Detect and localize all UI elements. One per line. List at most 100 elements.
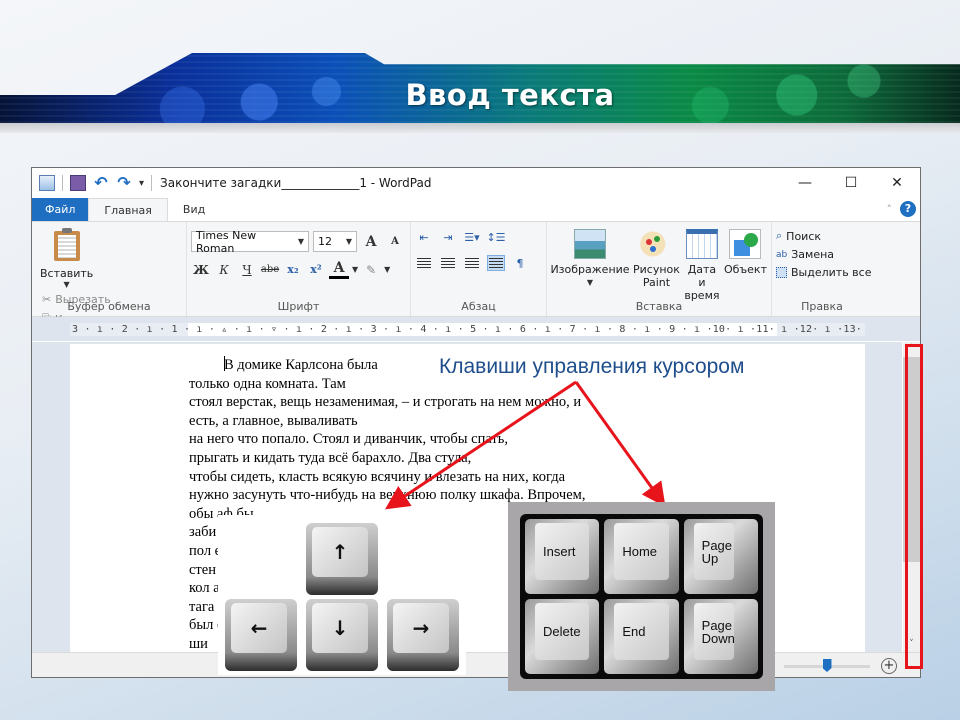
select-all-button[interactable]: Выделить все (776, 266, 871, 279)
document-line: на него что попало. Стоял и диванчик, чт… (189, 431, 508, 448)
paint-palette-icon (640, 229, 673, 259)
select-all-icon (776, 267, 787, 278)
document-line: чтобы сидеть, класть всякую всячину и вл… (189, 468, 566, 485)
wordpad-window: ↶ ↷ ▾ Закончите загадки_____________1 - … (31, 167, 921, 678)
tab-view[interactable]: Вид (168, 198, 220, 221)
redo-icon[interactable]: ↷ (116, 175, 132, 191)
binoculars-icon: ⌕ (776, 229, 783, 242)
zoom-in-icon[interactable]: + (881, 658, 897, 674)
group-label: Абзац (461, 300, 496, 313)
arrow-down-icon: ↓ (312, 603, 368, 653)
insert-object-button[interactable]: Объект (724, 229, 767, 302)
find-button[interactable]: ⌕ Поиск (776, 229, 871, 243)
minimize-button[interactable]: — (782, 168, 828, 198)
grow-font-button[interactable]: A (361, 234, 381, 250)
separator (62, 175, 63, 191)
zoom-slider[interactable] (784, 659, 870, 672)
arrow-keys-image: ↑ ← ↓ → (218, 515, 466, 675)
bullet-list-icon[interactable]: ☰▾ (463, 229, 481, 245)
key-delete: Delete (525, 599, 600, 674)
align-center-icon[interactable] (439, 255, 457, 271)
text-cursor (224, 356, 225, 371)
key-right: → (387, 599, 459, 671)
increase-indent-icon[interactable]: ⇥ (439, 229, 457, 245)
scrollbar-highlight (905, 344, 923, 669)
ruler-bar: 3 · ı · 2 · ı · 1 · ı · ▵ · ı · ▿ · ı · … (32, 317, 920, 341)
help-icon[interactable]: ? (900, 201, 916, 217)
key-page-down: Page Down (683, 599, 758, 674)
paste-label: Вставить (40, 267, 94, 280)
line-spacing-icon[interactable]: ↕☰ (486, 229, 505, 245)
ruler[interactable]: 3 · ı · 2 · ı · 1 · ı · ▵ · ı · ▿ · ı · … (70, 323, 865, 336)
document-line: прыгать и кидать туда всё барахло. Два с… (189, 449, 472, 466)
status-bar: + (32, 652, 920, 677)
underline-button[interactable]: Ч (237, 263, 257, 277)
key-left: ← (225, 599, 297, 671)
tab-file[interactable]: Файл (32, 198, 89, 221)
font-family-select[interactable]: Times New Roman ▼ (191, 229, 309, 255)
calendar-clock-icon (685, 229, 718, 259)
document-line: есть, а главное, вываливать (189, 412, 358, 429)
decrease-indent-icon[interactable]: ⇤ (415, 229, 433, 245)
shrink-font-button[interactable]: A (385, 236, 405, 247)
chevron-down-icon: ▼ (345, 237, 352, 246)
superscript-button[interactable]: x² (306, 263, 326, 276)
slide-banner: Ввод текста (0, 0, 960, 135)
quick-access-toolbar: ↶ ↷ ▾ (32, 175, 153, 191)
group-label: Правка (801, 300, 843, 313)
key-end: End (604, 599, 679, 674)
image-icon (574, 229, 606, 259)
paragraph-settings-icon[interactable]: ¶ (511, 255, 529, 271)
insert-image-button[interactable]: Изображение ▼ (550, 229, 630, 302)
chevron-down-icon[interactable]: ▼ (352, 265, 358, 274)
replace-icon: ab (776, 249, 788, 260)
key-home: Home (604, 519, 679, 594)
clipboard-group: Вставить ▼ ✂ Вырезать ⎘ Копировать Буфер… (32, 222, 187, 326)
strikethrough-button[interactable]: abe (260, 264, 280, 275)
insert-datetime-button[interactable]: Дата и время (684, 229, 720, 302)
title-bar: ↶ ↷ ▾ Закончите загадки_____________1 - … (32, 168, 920, 198)
highlight-pen-icon[interactable]: ✎ (361, 263, 381, 277)
object-icon (729, 229, 762, 259)
chevron-down-icon: ▼ (63, 280, 70, 289)
group-label: Шрифт (277, 300, 320, 313)
font-size-select[interactable]: 12 ▼ (313, 231, 357, 252)
clipboard-icon (53, 228, 80, 261)
insert-group: Изображение ▼ Рисунок Paint Дата и время… (547, 222, 772, 316)
document-line: стоял верстак, вещь незаменимая, – и стр… (189, 394, 582, 411)
paste-button[interactable]: Вставить ▼ (40, 227, 93, 289)
italic-button[interactable]: К (214, 263, 234, 277)
window-title: Закончите загадки_____________1 - WordPa… (160, 176, 432, 190)
subscript-button[interactable]: x₂ (283, 263, 303, 276)
ribbon-tabs: Файл Главная Вид ˄ ? (32, 198, 920, 222)
maximize-button[interactable]: ☐ (828, 168, 874, 198)
undo-icon[interactable]: ↶ (93, 175, 109, 191)
align-left-icon[interactable] (415, 255, 433, 271)
editing-group: ⌕ Поиск ab Замена Выделить все Правка (772, 222, 872, 316)
cursor-keys-callout: Клавиши управления курсором (439, 355, 745, 378)
bold-button[interactable]: Ж (191, 263, 211, 277)
insert-paint-drawing-button[interactable]: Рисунок Paint (633, 229, 680, 302)
chevron-down-icon: ▼ (586, 278, 594, 287)
wordpad-app-icon[interactable] (39, 175, 55, 191)
group-label: Вставка (635, 300, 683, 313)
ribbon: Вставить ▼ ✂ Вырезать ⎘ Копировать Буфер… (32, 222, 920, 326)
font-color-button[interactable]: A (329, 260, 349, 279)
customize-toolbar-icon[interactable]: ▾ (139, 178, 144, 189)
align-right-icon[interactable] (463, 255, 481, 271)
window-controls: — ☐ ✕ (782, 168, 920, 198)
justify-icon[interactable] (487, 255, 505, 271)
zoom-slider-thumb[interactable] (822, 659, 832, 672)
chevron-down-icon[interactable]: ▼ (384, 265, 390, 274)
banner-divider (0, 123, 960, 133)
key-page-up: Page Up (683, 519, 758, 594)
font-group: Times New Roman ▼ 12 ▼ A A Ж К Ч abe x₂ x²… (187, 222, 411, 316)
close-button[interactable]: ✕ (874, 168, 920, 198)
save-icon[interactable] (70, 175, 86, 191)
replace-button[interactable]: ab Замена (776, 248, 871, 261)
navigation-keys-image: Insert Home Page Up Delete End Page Down (508, 502, 775, 691)
tab-home[interactable]: Главная (88, 198, 168, 221)
arrow-left-icon: ← (231, 603, 287, 653)
collapse-ribbon-icon[interactable]: ˄ (887, 203, 893, 216)
arrow-right-icon: → (393, 603, 449, 653)
